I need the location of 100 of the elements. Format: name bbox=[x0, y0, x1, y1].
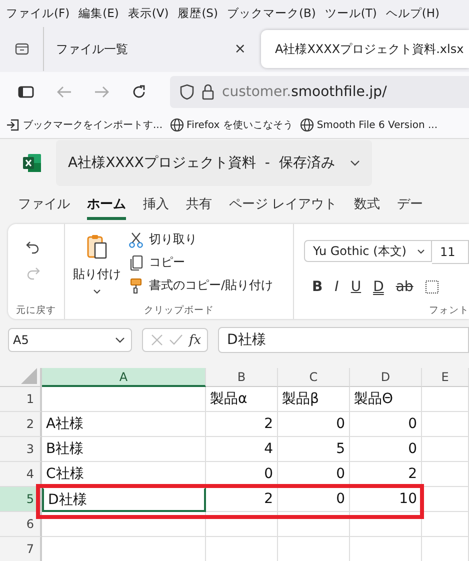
browser-tab[interactable]: ファイル一覧 × bbox=[44, 30, 254, 68]
row-header[interactable]: 5 bbox=[0, 487, 42, 512]
table-cell[interactable]: 2 bbox=[206, 412, 278, 437]
table-cell[interactable] bbox=[278, 512, 350, 537]
browser-tab[interactable]: A社様XXXXプロジェクト資料.xlsx bbox=[261, 30, 469, 68]
ribbon-tab[interactable]: ページ レイアウト bbox=[229, 190, 338, 220]
table-cell[interactable]: 0 bbox=[206, 462, 278, 487]
borders-icon[interactable] bbox=[425, 280, 440, 294]
clipboard-action[interactable]: コピー bbox=[129, 254, 274, 271]
table-cell[interactable] bbox=[422, 412, 469, 437]
globe-icon bbox=[170, 118, 184, 132]
table-cell[interactable] bbox=[422, 387, 469, 412]
table-cell[interactable] bbox=[42, 512, 206, 537]
table-cell[interactable]: 2 bbox=[350, 462, 422, 487]
menu-item[interactable]: ヘルプ(H) bbox=[386, 6, 440, 20]
shield-icon[interactable] bbox=[180, 84, 194, 100]
table-cell[interactable] bbox=[42, 387, 206, 412]
url-text: customer.smoothfile.jp/ bbox=[222, 84, 387, 100]
cancel-icon[interactable] bbox=[151, 334, 163, 346]
table-cell[interactable]: 4 bbox=[206, 437, 278, 462]
formula-field[interactable]: D社様 bbox=[218, 327, 469, 353]
table-cell[interactable]: 10 bbox=[350, 487, 422, 512]
paste-button[interactable]: 貼り付け bbox=[73, 228, 121, 294]
bookmark-link[interactable]: Smooth File 6 Version ... bbox=[316, 120, 438, 130]
group-label: クリップボード bbox=[143, 304, 215, 317]
table-cell[interactable] bbox=[422, 512, 469, 537]
ribbon-tab[interactable]: 数式 bbox=[354, 190, 380, 220]
table-cell[interactable]: 0 bbox=[350, 412, 422, 437]
ribbon-tab[interactable]: 挿入 bbox=[143, 190, 169, 220]
row-header[interactable]: 6 bbox=[0, 512, 42, 537]
back-arrow-icon[interactable] bbox=[56, 85, 72, 99]
row-header[interactable]: 3 bbox=[0, 437, 42, 462]
format-button[interactable]: ab bbox=[396, 279, 414, 295]
table-cell[interactable]: 5 bbox=[278, 437, 350, 462]
menu-item[interactable]: 履歴(S) bbox=[178, 6, 218, 20]
ribbon-tab[interactable]: ファイル bbox=[18, 190, 70, 220]
insert-function-button[interactable]: fx bbox=[189, 332, 202, 348]
chevron-down-icon bbox=[115, 337, 125, 343]
active-cell[interactable]: D社様 bbox=[42, 487, 206, 512]
menu-item[interactable]: 編集(E) bbox=[78, 6, 119, 20]
menu-item[interactable]: 表示(V) bbox=[128, 6, 169, 20]
sidebar-icon[interactable] bbox=[18, 86, 34, 98]
menu-item[interactable]: ブックマーク(B) bbox=[226, 6, 316, 20]
table-cell[interactable] bbox=[206, 512, 278, 537]
lock-icon[interactable] bbox=[202, 84, 214, 100]
column-header[interactable]: B bbox=[206, 368, 278, 387]
table-cell[interactable] bbox=[422, 487, 469, 512]
table-cell[interactable]: 製品Θ bbox=[350, 387, 422, 412]
ribbon-tab[interactable]: 共有 bbox=[186, 190, 212, 220]
table-cell[interactable]: B社様 bbox=[42, 437, 206, 462]
table-cell[interactable]: 製品α bbox=[206, 387, 278, 412]
bookmark-link[interactable]: Firefox を使いこなそう bbox=[186, 118, 293, 132]
column-header[interactable]: D bbox=[350, 368, 422, 387]
font-name-dropdown[interactable]: Yu Gothic (本文) bbox=[304, 240, 432, 262]
table-cell[interactable] bbox=[422, 462, 469, 487]
row-header[interactable]: 2 bbox=[0, 412, 42, 437]
reload-icon[interactable] bbox=[132, 85, 146, 99]
font-size-field[interactable]: 11 bbox=[432, 240, 469, 264]
address-field[interactable]: customer.smoothfile.jp/ bbox=[170, 76, 469, 108]
clipboard-action[interactable]: 書式のコピー/貼り付け bbox=[129, 277, 274, 294]
format-button[interactable]: D bbox=[373, 279, 384, 295]
select-all-icon[interactable] bbox=[21, 368, 37, 384]
table-cell[interactable]: C社様 bbox=[42, 462, 206, 487]
menu-item[interactable]: ファイル(F) bbox=[6, 6, 70, 20]
format-button[interactable]: B bbox=[312, 279, 323, 295]
table-cell[interactable]: 0 bbox=[350, 437, 422, 462]
forward-arrow-icon[interactable] bbox=[94, 85, 110, 99]
scissors-icon bbox=[129, 232, 143, 248]
check-icon[interactable] bbox=[169, 334, 183, 346]
table-cell[interactable]: 0 bbox=[278, 487, 350, 512]
undo-icon[interactable] bbox=[26, 240, 40, 254]
row-header[interactable]: 4 bbox=[0, 462, 42, 487]
table-cell[interactable]: 0 bbox=[278, 412, 350, 437]
row-header[interactable]: 7 bbox=[0, 537, 42, 561]
tab-title: A社様XXXXプロジェクト資料.xlsx bbox=[275, 40, 464, 58]
table-cell[interactable]: 0 bbox=[278, 462, 350, 487]
close-button[interactable]: × bbox=[234, 41, 246, 57]
document-title-button[interactable]: A社様XXXXプロジェクト資料 - 保存済み bbox=[56, 140, 372, 186]
ribbon-tab[interactable]: デー bbox=[397, 190, 424, 220]
column-header[interactable]: E bbox=[422, 368, 469, 387]
name-box[interactable]: A5 bbox=[8, 328, 132, 352]
copy-icon bbox=[129, 254, 143, 270]
row-header[interactable]: 1 bbox=[0, 387, 42, 412]
tab-list-icon[interactable] bbox=[15, 43, 29, 55]
table-cell[interactable]: 2 bbox=[206, 487, 278, 512]
column-header[interactable]: A bbox=[42, 368, 206, 387]
table-cell[interactable]: A社様 bbox=[42, 412, 206, 437]
chevron-down-icon bbox=[350, 160, 360, 166]
bookmark-link[interactable]: ブックマークをインポートす... bbox=[23, 118, 163, 132]
table-cell[interactable] bbox=[422, 437, 469, 462]
format-button[interactable]: I bbox=[334, 279, 339, 295]
paintbrush-icon bbox=[129, 278, 143, 294]
globe-icon bbox=[300, 118, 314, 132]
menu-item[interactable]: ツール(T) bbox=[324, 6, 377, 20]
clipboard-icon bbox=[86, 234, 108, 260]
ribbon-tab[interactable]: ホーム bbox=[87, 190, 126, 220]
format-button[interactable]: U bbox=[350, 279, 362, 295]
column-header[interactable]: C bbox=[278, 368, 350, 387]
table-cell[interactable]: 製品β bbox=[278, 387, 350, 412]
clipboard-action[interactable]: 切り取り bbox=[129, 231, 274, 248]
